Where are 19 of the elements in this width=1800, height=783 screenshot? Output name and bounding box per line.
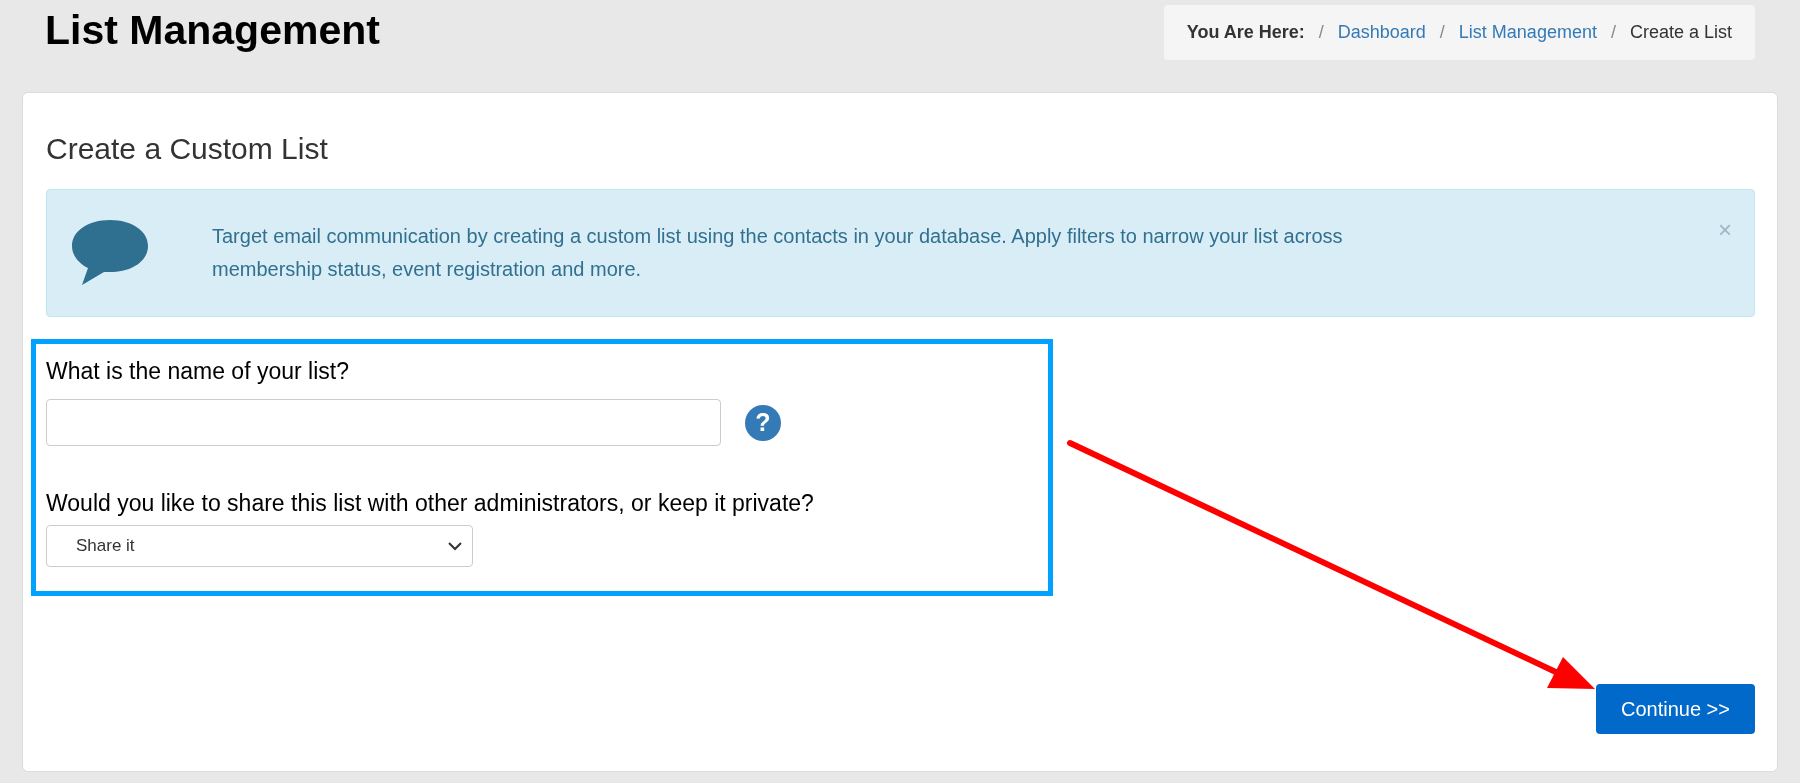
select-value: Share it	[76, 535, 135, 558]
continue-button[interactable]: Continue >>	[1596, 684, 1755, 734]
card-title: Create a Custom List	[46, 131, 329, 167]
breadcrumb-link[interactable]: Dashboard	[1337, 19, 1426, 46]
breadcrumb-link[interactable]: List Management	[1458, 19, 1597, 46]
field-label: What is the name of your list?	[46, 357, 350, 386]
alert-message: Target email communication by creating a custom list using the contacts in your database. Apply filters to narrow your list across membership status, event registration and more.	[212, 224, 1344, 282]
chevron-down-icon	[448, 541, 462, 551]
breadcrumb-current: Create a List	[1629, 21, 1732, 44]
input-field[interactable]	[46, 399, 721, 446]
breadcrumb-separator: /	[1318, 21, 1324, 44]
breadcrumb-separator: /	[1439, 21, 1445, 44]
breadcrumb-label: You Are Here:	[1186, 21, 1305, 44]
speech-bubble-icon	[70, 218, 150, 288]
breadcrumb-separator: /	[1610, 21, 1616, 44]
field-label: Would you like to share this list with other administrators, or keep it private?	[46, 489, 815, 518]
select-field[interactable]: Share it	[46, 525, 473, 567]
help-icon[interactable]: ?	[745, 404, 781, 441]
page-title: List Management	[45, 6, 380, 54]
